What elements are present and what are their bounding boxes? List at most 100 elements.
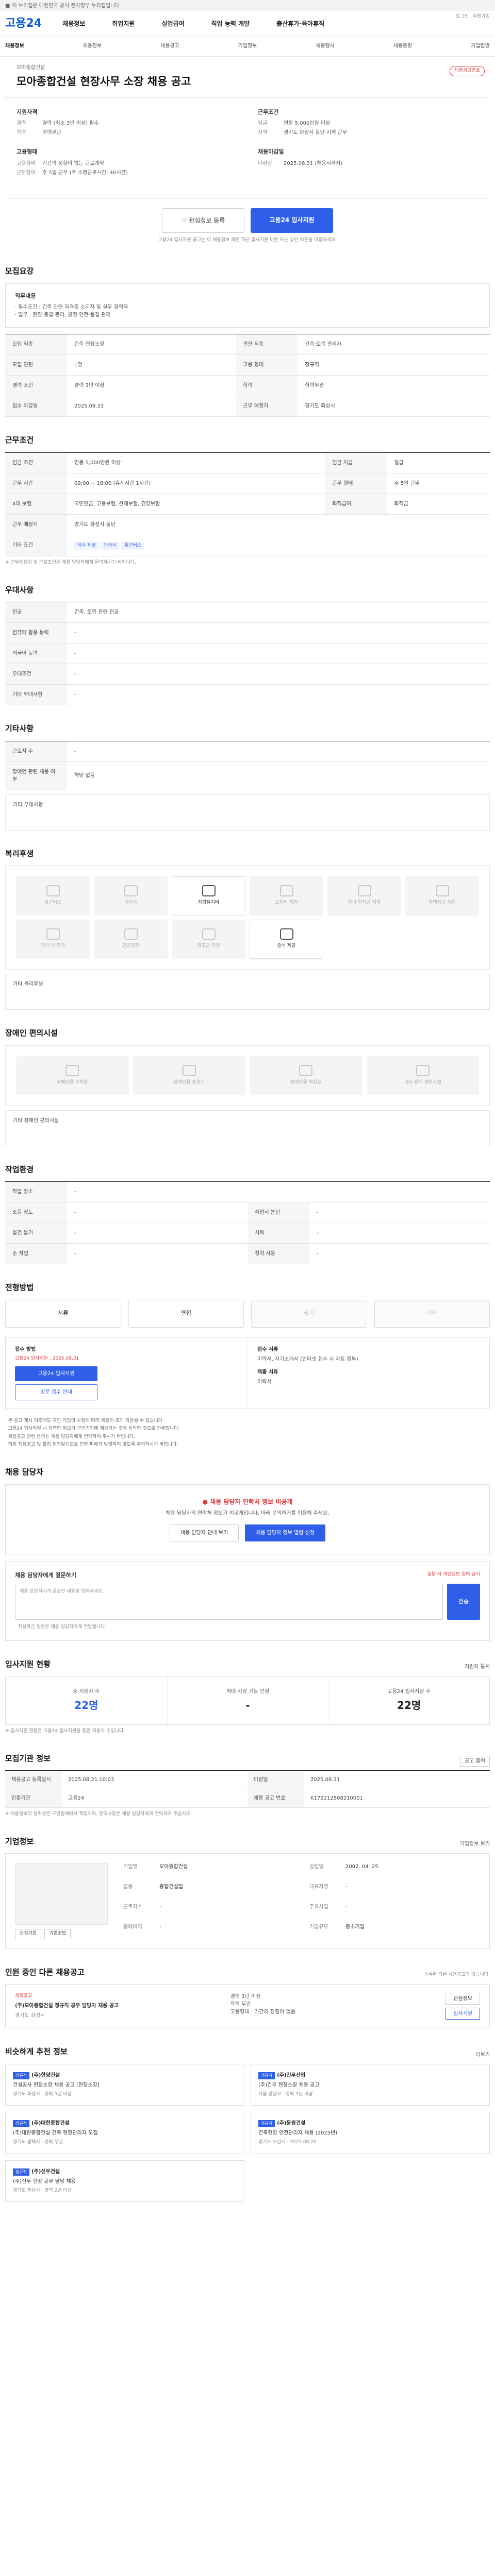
table-value: - [309, 1202, 490, 1223]
stat-value: 22명 [74, 1699, 98, 1712]
apply-visit-button[interactable]: 방문 접수 안내 [15, 1384, 97, 1400]
recommend-card[interactable]: 정규직 (주)한양건설 건설공사 현장소장 채용 공고 [현장소장] 경기도 화성… [5, 2063, 244, 2106]
table-value: 1명 [67, 354, 236, 376]
login-link[interactable]: 로그인 [456, 13, 469, 21]
gov-banner: ■ 이 누리집은 대한민국 공식 전자정부 누리집입니다. [0, 0, 495, 11]
apply-method-sub: 고용24 입사지원 : 2025.08.31 [15, 1355, 79, 1361]
table-key: 시력 [248, 1223, 309, 1244]
contact-guide-button[interactable]: 채용 담당자 안내 보기 [169, 1524, 239, 1541]
welfare-label: 차량유지비 [197, 900, 220, 906]
table-key: 학력 [236, 375, 298, 396]
recommend-card[interactable]: 정규직 (주)동원건설 건축현장 안전관리자 채용 (2025년) 경기도 오산시… [251, 2112, 490, 2154]
recommend-title[interactable]: (주)신우 현장 공무 담당 채용 [13, 2178, 237, 2185]
other-job-interest-button[interactable]: 관심정보 [446, 1993, 480, 2005]
table-value: - [309, 1223, 490, 1244]
subnav-item[interactable]: 채용동향 [393, 42, 412, 50]
env-table: 작업 장소 - 소음 정도 - 작업시 분진 - 물건 들기 - 시력 - 손 작업 - 청력 사… [5, 1181, 490, 1264]
method-item: 필기 [251, 1299, 367, 1328]
period-value: 2025.08.31 [310, 1777, 340, 1783]
recommend-badge: 정규직 [13, 2168, 30, 2176]
recommend-card[interactable]: 정규직 (주)신우건설 (주)신우 현장 공무 담당 채용 경기도 화성시 · 경… [5, 2160, 244, 2202]
table-key: 관련 직종 [236, 334, 298, 355]
alert-icon: ● [202, 1498, 210, 1505]
recommend-badge: 정규직 [258, 2072, 275, 2079]
company-interest-button[interactable]: 관심기업 [15, 1929, 42, 1939]
apply-online-button[interactable]: 고용24 입사지원 [15, 1366, 97, 1381]
welfare-label: 통근버스 [44, 900, 62, 906]
summary-value: 연봉 5,000만원 이상 [284, 121, 331, 126]
table-key: 우대조건 [5, 664, 67, 685]
signup-link[interactable]: 회원가입 [473, 13, 490, 21]
subnav-item[interactable]: 채용공고 [160, 42, 179, 50]
table-row: 우대조건 - [5, 664, 490, 685]
print-button[interactable]: 공고 출력 [460, 1756, 490, 1767]
company-row: 기업규모 중소기업 [309, 1923, 480, 1939]
welfare-etc-box: 기타 복리후생 [5, 974, 490, 1010]
job-number-badge[interactable]: 채용공고번호 [450, 66, 485, 76]
disabled-section: 장애인 편의시설 장애인용 주차장 장애인용 승강기 장애인용 화장실 기타 장… [5, 1017, 490, 1154]
site-logo[interactable]: 고용24 [5, 15, 42, 32]
recommend-title[interactable]: 건축현장 안전관리자 채용 (2025년) [258, 2129, 482, 2137]
contact-warning: ● 채용 담당자 연락처 정보 비공개 채용 담당자의 연락처 정보가 비공개입… [5, 1484, 490, 1554]
apply-button[interactable]: 고용24 입사지원 [251, 208, 333, 233]
recommend-card[interactable]: 정규직 (주)건우산업 (주)건우 현장소장 채용 공고 서울 강남구 · 경력 … [251, 2063, 490, 2106]
inquiry-send-button[interactable]: 전송 [447, 1584, 480, 1620]
subnav-item[interactable]: 기업정보 [238, 42, 257, 50]
condition-tag: 식사 제공 [74, 541, 99, 550]
recommend-title[interactable]: (주)건우 현장소장 채용 공고 [258, 2081, 482, 2089]
util-menu: 로그인 회원가입 [456, 13, 490, 21]
interest-button[interactable]: ♡ 관심정보 등록 [162, 208, 244, 233]
subnav-item-active[interactable]: 채용정보 [5, 42, 24, 50]
period-value: 2025.08.21 10:03 [68, 1777, 114, 1783]
period-key: 채용 공고 번호 [248, 1789, 304, 1808]
summary-condition: 근무조건 임금 연봉 5,000만원 이상 지역 경기도 화성시 동탄 지역 근무 [258, 108, 478, 137]
stats-more-link[interactable]: 지원자 통계 [465, 1663, 490, 1671]
other-job-apply-button[interactable]: 입사지원 [446, 2008, 480, 2020]
facility-item: 장애인용 주차장 [16, 1056, 129, 1095]
table-value: - [67, 643, 490, 664]
table-key: 고용 형태 [236, 354, 298, 376]
recommend-more-link[interactable]: 더보기 [475, 2051, 490, 2059]
other-jobs-section: 인원 중인 다른 채용공고 등록된 다른 채용공고가 없습니다. 채용공고 (주… [5, 1956, 490, 2036]
section-title: 작업환경 [5, 1164, 34, 1174]
nav-item[interactable]: 취업지원 [112, 19, 135, 28]
nav-item[interactable]: 출산휴가·육아휴직 [276, 19, 324, 28]
table-row: 근무 시간 09:00 ~ 18:00 (휴게시간 1시간) 근무 형태 주 5일 근… [5, 473, 490, 494]
other-job-title[interactable]: (주)모아종합건설 정규직 공무 담당자 채용 공고 [15, 2002, 218, 2010]
company-info: 기업명 모아종합건설 설립일 2002. 04. 25 업종 종합건설업 대표자명 - … [123, 1863, 480, 1939]
recommend-title[interactable]: 건설공사 현장소장 채용 공고 [현장소장] [13, 2081, 237, 2089]
subnav-item[interactable]: 기업탐방 [471, 42, 490, 50]
table-key: 컴퓨터 활용 능력 [5, 622, 67, 643]
elevator-icon [182, 1064, 196, 1076]
table-value: 건축·토목 관리자 [298, 334, 490, 355]
recruit-section: 모집요강 직무내용 · 필수조건 : 건축 관련 자격증 소지자 및 실무 경력… [5, 255, 490, 424]
welfare-item: 건강검진 [94, 920, 168, 959]
subnav-item[interactable]: 채용정보 [83, 42, 102, 50]
table-value: 경기도 화성시 동탄 [67, 514, 490, 535]
apply-notices: · 본 공고 게시 이후에도 구인 기업의 사정에 따라 채용이 조기 마감될 … [5, 1417, 490, 1449]
doc-value: 이력서 [257, 1379, 272, 1385]
nav-item[interactable]: 직업 능력 개발 [211, 19, 250, 28]
other-job-card[interactable]: 채용공고 (주)모아종합건설 정규직 공무 담당자 채용 공고 경기도 화성시 … [5, 1984, 490, 2029]
contact-request-button[interactable]: 채용 담당자 정보 열람 신청 [245, 1524, 326, 1541]
table-value: 09:00 ~ 18:00 (휴게시간 1시간) [67, 473, 325, 494]
facility-label: 장애인용 승강기 [173, 1079, 205, 1085]
summary-key: 경력 [16, 121, 26, 126]
other-job-details: 경력 3년 이상 학력 무관 고용형태 : 기간의 정함이 없음 [230, 1993, 434, 2020]
summary-key: 임금 [258, 121, 268, 126]
nav-item[interactable]: 실업급여 [161, 19, 184, 28]
subnav-item[interactable]: 채용행사 [316, 42, 335, 50]
summary-value: 학력무관 [42, 130, 61, 135]
company-info-button[interactable]: 기업정보 [44, 1929, 71, 1939]
table-value: 퇴직금 [387, 494, 490, 515]
recommend-title[interactable]: (주)대한종합건설 건축 현장관리자 모집 [13, 2129, 237, 2137]
table-row: 모집 직종 건축 현장소장 관련 직종 건축·토목 관리자 [5, 334, 490, 355]
table-row: 임금 조건 연봉 5,000만원 이상 임금 지급 월급 [5, 452, 490, 473]
section-head: 기업정보 기업정보 보기 [5, 1836, 490, 1854]
apply-doc-col: 접수 서류 이력서, 자기소개서 (인터넷 접수 시 자동 첨부) 제출 서류 … [248, 1337, 489, 1409]
recommend-card[interactable]: 정규직 (주)대한종합건설 (주)대한종합건설 건축 현장관리자 모집 경기도 평… [5, 2112, 244, 2154]
nav-item[interactable]: 채용정보 [62, 19, 85, 28]
inquiry-textarea[interactable]: 채용 담당자에게 궁금한 내용을 입력하세요. [15, 1584, 443, 1620]
company-more-link[interactable]: 기업정보 보기 [460, 1840, 490, 1848]
summary-value: 2025.08.31 (채용시까지) [284, 160, 343, 166]
